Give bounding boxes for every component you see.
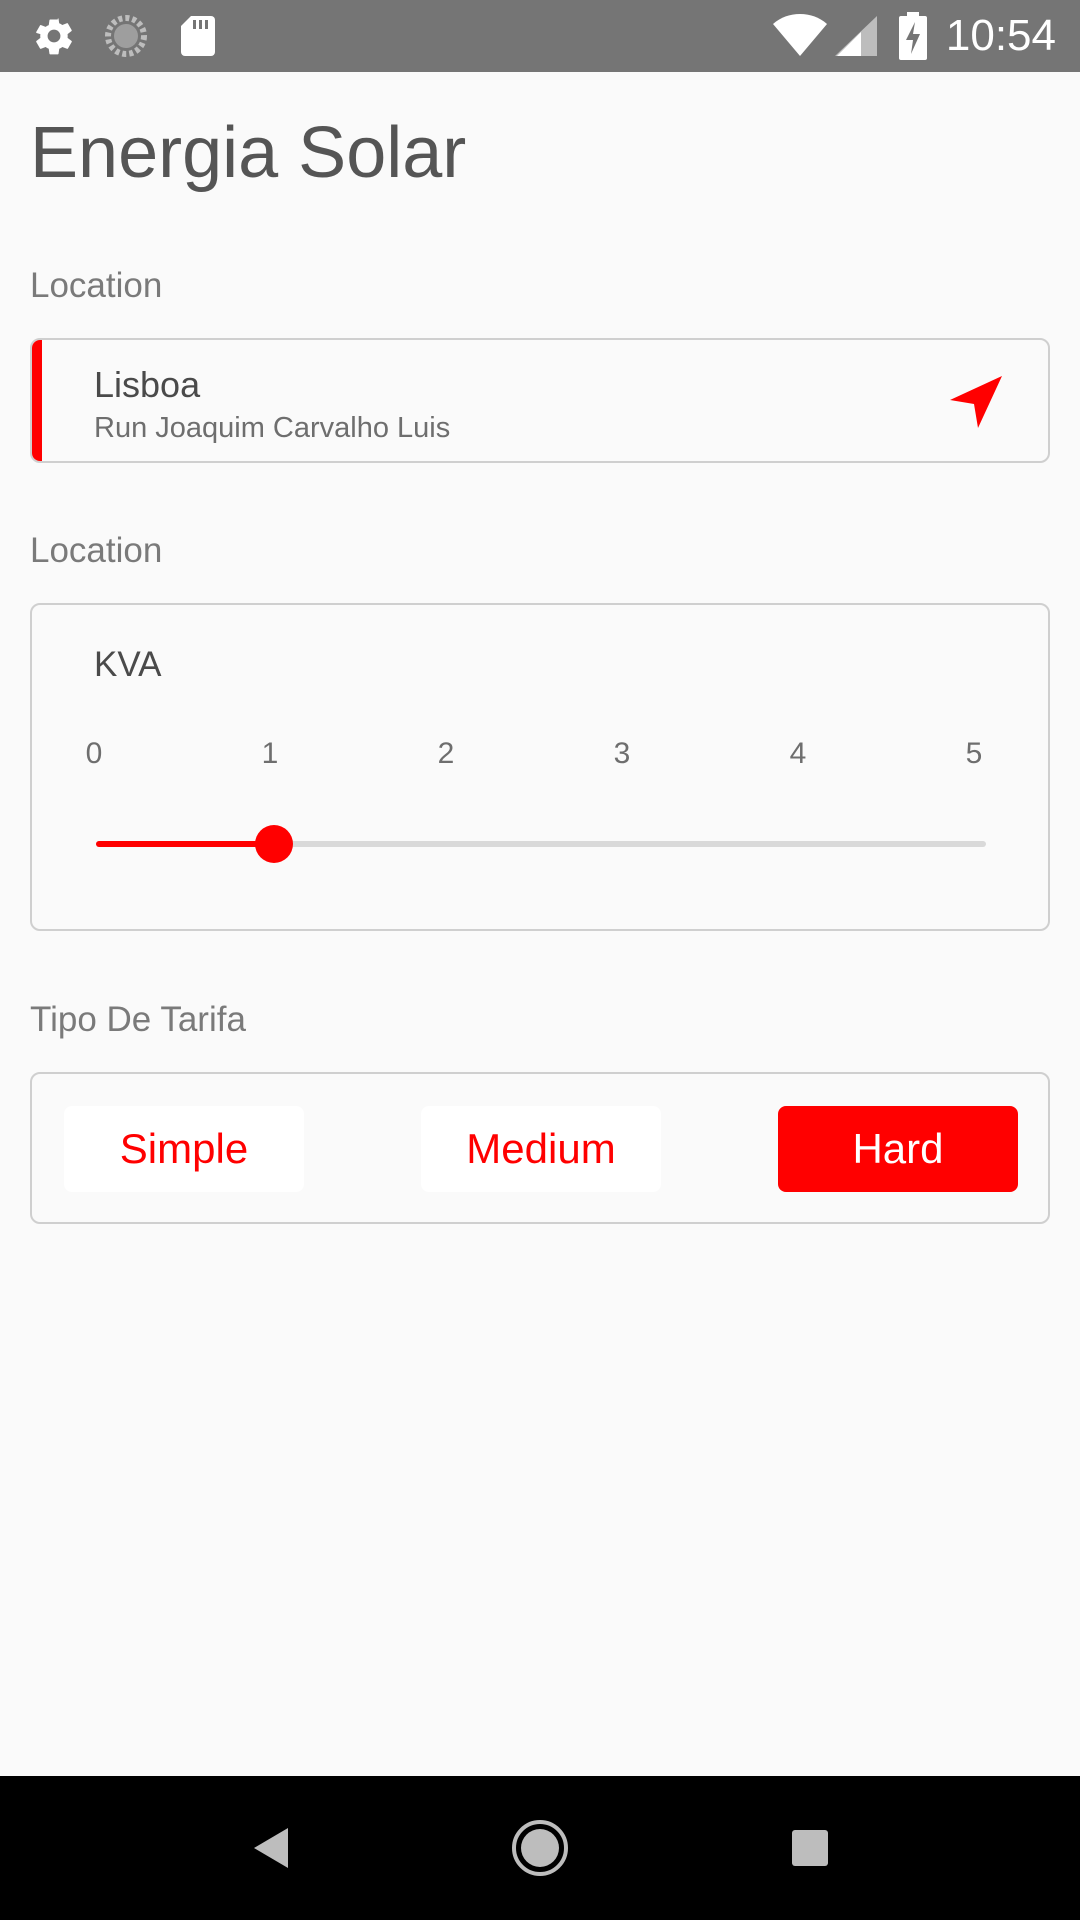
back-icon[interactable] — [210, 1776, 330, 1920]
kva-title: KVA — [94, 645, 162, 684]
location-section-label: Location — [30, 266, 163, 305]
kva-tick-5: 5 — [965, 737, 983, 770]
kva-tick-1: 1 — [261, 737, 279, 770]
status-time: 10:54 — [945, 11, 1056, 60]
page-title: Energia Solar — [30, 113, 467, 193]
wifi-icon — [770, 0, 830, 72]
location-street: Run Joaquim Carvalho Luis — [94, 412, 451, 444]
kva-tick-0: 0 — [85, 737, 103, 770]
home-icon[interactable] — [480, 1776, 600, 1920]
navigation-arrow-icon[interactable] — [948, 374, 1004, 430]
system-nav-bar — [0, 1776, 1080, 1920]
tarifa-card: Simple Medium Hard — [30, 1072, 1050, 1224]
kva-tick-2: 2 — [437, 737, 455, 770]
tarifa-option-simple[interactable]: Simple — [64, 1106, 304, 1192]
kva-slider-fill — [96, 841, 274, 847]
tarifa-section-label: Tipo De Tarifa — [30, 1000, 246, 1039]
location-accent-bar — [32, 340, 42, 461]
sync-icon — [102, 0, 150, 72]
recents-icon[interactable] — [750, 1776, 870, 1920]
kva-slider-thumb[interactable] — [255, 825, 293, 863]
kva-tick-4: 4 — [789, 737, 807, 770]
signal-icon — [834, 0, 878, 72]
kva-card: KVA 0 1 2 3 4 5 — [30, 603, 1050, 931]
location-city: Lisboa — [94, 364, 201, 405]
status-bar: 10:54 — [0, 0, 1080, 72]
location-card[interactable]: Lisboa Run Joaquim Carvalho Luis — [30, 338, 1050, 463]
tarifa-option-hard[interactable]: Hard — [778, 1106, 1018, 1192]
tarifa-option-medium[interactable]: Medium — [421, 1106, 661, 1192]
battery-charging-icon — [898, 0, 928, 72]
sd-card-icon — [174, 0, 222, 72]
kva-section-label: Location — [30, 531, 163, 570]
gear-icon — [30, 0, 78, 72]
kva-tick-3: 3 — [613, 737, 631, 770]
